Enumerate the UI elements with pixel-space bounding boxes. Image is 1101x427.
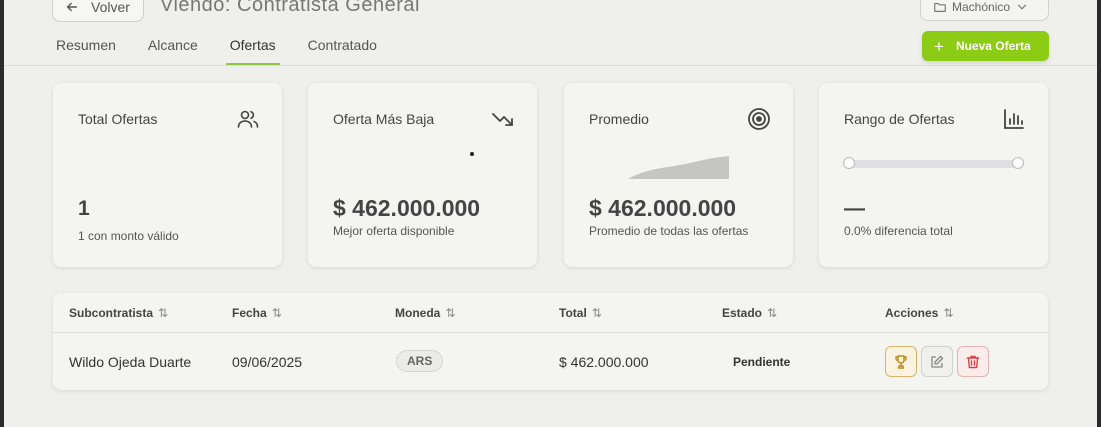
- table-header: Subcontratista ⇅ Fecha ⇅ Moneda ⇅ Total ⇅ Es…: [53, 293, 1048, 333]
- chevron-down-icon: [1017, 4, 1027, 10]
- card-subtitle: Promedio de todas las ofertas: [589, 224, 749, 238]
- offers-table: Subcontratista ⇅ Fecha ⇅ Moneda ⇅ Total ⇅ Es…: [53, 293, 1048, 390]
- card-value: —: [844, 197, 865, 220]
- sort-icon: ⇅: [158, 306, 169, 320]
- cell-total: $ 462.000.000: [559, 354, 649, 370]
- tab-resumen[interactable]: Resumen: [56, 30, 116, 66]
- sort-icon: ⇅: [943, 306, 954, 320]
- column-header-subcontractor[interactable]: Subcontratista ⇅: [69, 306, 168, 320]
- delete-button[interactable]: [957, 346, 989, 377]
- card-subtitle: 0.0% diferencia total: [844, 224, 953, 238]
- bar-chart-icon: [1004, 109, 1024, 129]
- card-subtitle: Mejor oferta disponible: [333, 224, 455, 238]
- app-frame: Volver Viendo: Contratista General Machó…: [4, 0, 1097, 427]
- column-header-date[interactable]: Fecha ⇅: [232, 306, 282, 320]
- tabs: Resumen Alcance Ofertas Contratado: [56, 30, 409, 66]
- card-value: 1: [78, 197, 90, 220]
- sort-icon: ⇅: [271, 306, 282, 320]
- status-badge: Pendiente: [733, 355, 791, 369]
- range-track: [849, 160, 1017, 168]
- arrow-left-icon: [66, 2, 78, 12]
- plus-icon: +: [934, 36, 944, 56]
- card-value: $ 462.000.000: [589, 195, 737, 221]
- tab-alcance[interactable]: Alcance: [148, 30, 198, 66]
- new-offer-button[interactable]: + Nueva Oferta: [922, 31, 1049, 61]
- card-average: Promedio $ 462.000.000 Promedio de todas…: [564, 83, 793, 267]
- trash-icon: [966, 355, 980, 368]
- card-title: Rango de Ofertas: [844, 111, 955, 127]
- card-value: $ 462.000.000: [333, 195, 481, 221]
- column-header-status[interactable]: Estado ⇅: [722, 306, 777, 320]
- range-max-thumb: [1012, 157, 1024, 169]
- back-button-label: Volver: [91, 0, 130, 15]
- edit-icon: [931, 355, 944, 368]
- target-icon: [748, 108, 770, 130]
- tab-ofertas[interactable]: Ofertas: [225, 30, 280, 66]
- page-title: Viendo: Contratista General: [160, 0, 420, 16]
- trophy-icon: [895, 354, 907, 369]
- edit-button[interactable]: [921, 346, 953, 377]
- project-select[interactable]: Machónico: [920, 0, 1049, 21]
- sparkline-area: [628, 156, 729, 179]
- card-subtitle: 1 con monto válido: [78, 229, 179, 243]
- new-offer-label: Nueva Oferta: [955, 39, 1031, 53]
- currency-badge: ARS: [396, 350, 444, 372]
- back-button[interactable]: Volver: [52, 0, 144, 22]
- project-select-label: Machónico: [952, 0, 1011, 14]
- users-icon: [237, 110, 259, 128]
- range-min-thumb: [843, 157, 855, 169]
- card-title: Total Ofertas: [78, 111, 158, 127]
- tab-contratado[interactable]: Contratado: [308, 30, 377, 66]
- cell-subcontractor: Wildo Ojeda Duarte: [69, 354, 192, 370]
- column-header-total[interactable]: Total ⇅: [559, 306, 602, 320]
- card-offer-range: Rango de Ofertas — 0.0% diferencia total: [819, 83, 1048, 267]
- card-lowest-offer: Oferta Más Baja $ 462.000.000 Mejor ofer…: [308, 83, 537, 267]
- trending-down-icon: [492, 113, 513, 126]
- card-title: Oferta Más Baja: [333, 111, 435, 127]
- decorative-dot: [470, 152, 474, 156]
- column-header-currency[interactable]: Moneda ⇅: [395, 306, 455, 320]
- card-total-offers: Total Ofertas 1 1 con monto válido: [53, 83, 282, 267]
- select-winner-button[interactable]: [885, 346, 917, 377]
- tabs-divider: [4, 65, 1097, 66]
- folder-icon: [934, 2, 946, 12]
- card-title: Promedio: [589, 111, 649, 127]
- sort-icon: ⇅: [767, 306, 778, 320]
- column-header-actions[interactable]: Acciones ⇅: [885, 306, 953, 320]
- sort-icon: ⇅: [445, 306, 456, 320]
- sort-icon: ⇅: [591, 306, 602, 320]
- cell-date: 09/06/2025: [232, 354, 303, 370]
